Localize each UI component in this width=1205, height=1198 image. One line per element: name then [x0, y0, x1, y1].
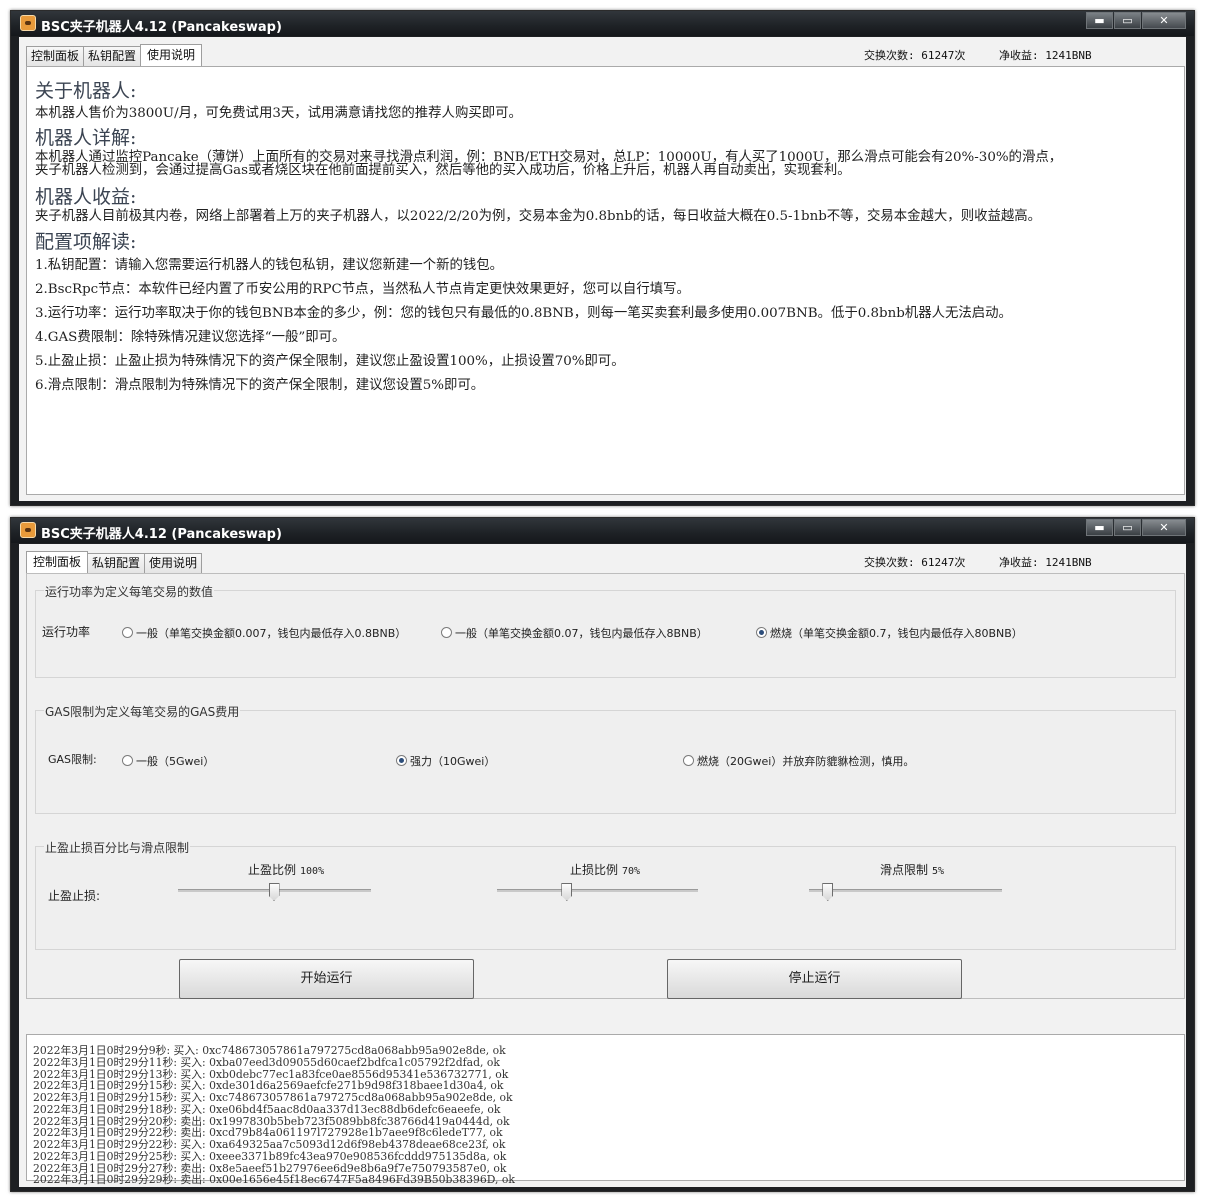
radio-label: 强力（10Gwei） [410, 755, 496, 768]
tab-private-key[interactable]: 私钥配置 [87, 553, 146, 573]
minimize-button[interactable]: ▬ [1086, 519, 1113, 536]
group-legend: 运行功率为定义每笔交易的数值 [44, 583, 215, 600]
gas-option-normal[interactable]: 一般（5Gwei） [122, 753, 214, 769]
radio-label: 一般（单笔交换金额0.007，钱包内最低存入0.8BNB） [136, 627, 407, 640]
slider-name: 滑点限制 [880, 863, 929, 877]
log-line: 2022年3月1日0时29分15秒: 买入: 0xc748673057861a7… [33, 1091, 513, 1104]
power-option-burn[interactable]: 燃烧（单笔交换金额0.7，钱包内最低存入80BNB） [756, 625, 1023, 641]
client-area: 控制面板 私钥配置 使用说明 交换次数: 61247次 净收益: 1241BNB… [19, 37, 1186, 501]
close-button[interactable]: ✕ [1142, 12, 1186, 29]
config-item: 6.滑点限制：滑点限制为特殊情况下的资产保全限制，建议您设置5%即可。 [35, 378, 485, 393]
group-legend: GAS限制为定义每笔交易的GAS费用 [44, 703, 241, 720]
minimize-button[interactable]: ▬ [1086, 12, 1113, 29]
swap-count: 交换次数: 61247次 [864, 556, 966, 569]
net-profit: 净收益: 1241BNB [999, 49, 1092, 62]
maximize-button[interactable]: ▭ [1114, 12, 1141, 29]
section-heading: 机器人详解: [35, 127, 137, 149]
power-group: 运行功率为定义每笔交易的数值 运行功率 一般（单笔交换金额0.007，钱包内最低… [35, 583, 1176, 678]
tab-control-panel[interactable]: 控制面板 [26, 551, 89, 573]
stop-loss-slider-track[interactable] [497, 889, 698, 892]
gas-group: GAS限制为定义每笔交易的GAS费用 GAS限制: 一般（5Gwei） 强力（1… [35, 703, 1176, 814]
radio-selected-icon[interactable] [756, 627, 767, 638]
radio-icon[interactable] [122, 755, 133, 766]
slippage-slider-track[interactable] [809, 889, 1002, 892]
radio-label: 一般（单笔交换金额0.07，钱包内最低存入8BNB） [455, 627, 708, 640]
window-controls: ▬ ▭ ✕ [1085, 12, 1186, 30]
config-item: 2.BscRpc节点：本软件已经内置了币安公用的RPC节点，当然私人节点肯定更快… [35, 282, 690, 297]
config-item: 4.GAS费限制：除特殊情况建议您选择“一般”即可。 [35, 330, 346, 345]
slider-value: 100% [300, 866, 325, 877]
config-item: 5.止盈止损：止盈止损为特殊情况下的资产保全限制，建议您止盈设置100%，止损设… [35, 354, 625, 369]
log-line: 2022年3月1日0时29分11秒: 买入: 0xba07eed3d09055d… [33, 1055, 500, 1069]
section-heading: 关于机器人: [35, 80, 137, 102]
window-controls: ▬ ▭ ✕ [1085, 519, 1186, 537]
tab-instructions[interactable]: 使用说明 [144, 553, 203, 573]
gas-option-burn[interactable]: 燃烧（20Gwei）并放弃防貔貅检测，慎用。 [683, 753, 914, 769]
config-item: 1.私钥配置：请输入您需要运行机器人的钱包私钥，建议您新建一个新的钱包。 [35, 258, 504, 273]
title-bar[interactable]: BSC夹子机器人4.12 (Pancakeswap) ▬ ▭ ✕ [11, 518, 1194, 543]
close-button[interactable]: ✕ [1142, 519, 1186, 536]
take-profit-stop-loss-label: 止盈止损: [48, 889, 101, 903]
tab-control-panel[interactable]: 控制面板 [26, 46, 85, 66]
slippage-slider-thumb[interactable] [822, 883, 834, 901]
log-line: 2022年3月1日0时29分22秒: 买入: 0xa649325aa7c5093… [33, 1138, 506, 1151]
section-text: 本机器人通过监控Pancake（薄饼）上面所有的交易对来寻找滑点利润，例：BNB… [35, 150, 1063, 178]
section-heading: 配置项解读: [35, 231, 137, 253]
radio-label: 燃烧（单笔交换金额0.7，钱包内最低存入80BNB） [770, 627, 1023, 640]
app-icon [20, 522, 36, 538]
slider-value: 5% [932, 866, 945, 877]
stop-button[interactable]: 停止运行 [667, 959, 962, 999]
slippage-slider-label: 滑点限制 5% [880, 861, 944, 878]
slider-name: 止损比例 [570, 863, 619, 877]
trade-log: 2022年3月1日0时29分9秒: 买入: 0xc748673057861a79… [26, 1034, 1185, 1186]
power-option-low[interactable]: 一般（单笔交换金额0.007，钱包内最低存入0.8BNB） [122, 625, 406, 641]
bot-window-control: BSC夹子机器人4.12 (Pancakeswap) ▬ ▭ ✕ 控制面板 私钥… [10, 517, 1195, 1192]
net-profit: 净收益: 1241BNB [999, 556, 1092, 569]
maximize-button[interactable]: ▭ [1114, 519, 1141, 536]
radio-icon[interactable] [122, 627, 133, 638]
log-line: 2022年3月1日0时29分29秒: 卖出: 0x00e1656e45f18ec… [33, 1173, 515, 1187]
gas-option-strong[interactable]: 强力（10Gwei） [396, 753, 495, 769]
take-profit-slider-thumb[interactable] [268, 883, 280, 901]
config-item: 3.运行功率：运行功率取决于你的钱包BNB本金的多少，例：您的钱包只有最低的0.… [35, 306, 1012, 321]
section-text: 夹子机器人目前极其内卷，网络上部署着上万的夹子机器人，以2022/2/20为例，… [35, 209, 1042, 224]
slider-name: 止盈比例 [248, 863, 297, 877]
window-title: BSC夹子机器人4.12 (Pancakeswap) [41, 20, 282, 35]
radio-label: 燃烧（20Gwei）并放弃防貔貅检测，慎用。 [697, 755, 915, 768]
swap-count: 交换次数: 61247次 [864, 49, 966, 62]
radio-selected-icon[interactable] [396, 755, 407, 766]
tab-bar: 控制面板 私钥配置 使用说明 [26, 44, 203, 66]
section-heading: 机器人收益: [35, 186, 137, 208]
slider-value: 70% [622, 866, 641, 877]
bot-window-help: BSC夹子机器人4.12 (Pancakeswap) ▬ ▭ ✕ 控制面板 私钥… [10, 10, 1195, 506]
gas-label: GAS限制: [48, 753, 97, 766]
radio-icon[interactable] [441, 627, 452, 638]
control-pane: 运行功率为定义每笔交易的数值 运行功率 一般（单笔交换金额0.007，钱包内最低… [26, 573, 1185, 999]
tab-private-key[interactable]: 私钥配置 [83, 46, 142, 66]
log-line: 2022年3月1日0时29分9秒: 买入: 0xc748673057861a79… [33, 1044, 506, 1057]
tab-instructions[interactable]: 使用说明 [140, 44, 203, 66]
instructions-pane: 关于机器人: 本机器人售价为3800U/月，可免费试用3天，试用满意请找您的推荐… [26, 66, 1185, 495]
start-button[interactable]: 开始运行 [179, 959, 474, 999]
stop-loss-slider-label: 止损比例 70% [570, 861, 640, 878]
limits-group: 止盈止损百分比与滑点限制 止盈止损: 止盈比例 100% 止损比例 70% 滑点限制… [35, 839, 1176, 950]
app-icon [20, 15, 36, 31]
radio-label: 一般（5Gwei） [136, 755, 215, 768]
title-bar[interactable]: BSC夹子机器人4.12 (Pancakeswap) ▬ ▭ ✕ [11, 11, 1194, 36]
section-text: 本机器人售价为3800U/月，可免费试用3天，试用满意请找您的推荐人购买即可。 [35, 106, 522, 121]
tab-bar: 控制面板 私钥配置 使用说明 [26, 551, 203, 573]
radio-icon[interactable] [683, 755, 694, 766]
group-legend: 止盈止损百分比与滑点限制 [44, 839, 191, 856]
power-option-mid[interactable]: 一般（单笔交换金额0.07，钱包内最低存入8BNB） [441, 625, 708, 641]
log-line: 2022年3月1日0时29分18秒: 买入: 0xe06bd4f5aac8d0a… [33, 1102, 501, 1116]
power-label: 运行功率 [42, 625, 91, 639]
log-line: 2022年3月1日0时29分25秒: 买入: 0xeee3371b89fc43e… [33, 1149, 507, 1163]
stop-loss-slider-thumb[interactable] [561, 883, 573, 901]
window-title: BSC夹子机器人4.12 (Pancakeswap) [41, 527, 282, 542]
take-profit-slider-label: 止盈比例 100% [248, 861, 324, 878]
client-area: 控制面板 私钥配置 使用说明 交换次数: 61247次 净收益: 1241BNB… [19, 544, 1186, 1187]
